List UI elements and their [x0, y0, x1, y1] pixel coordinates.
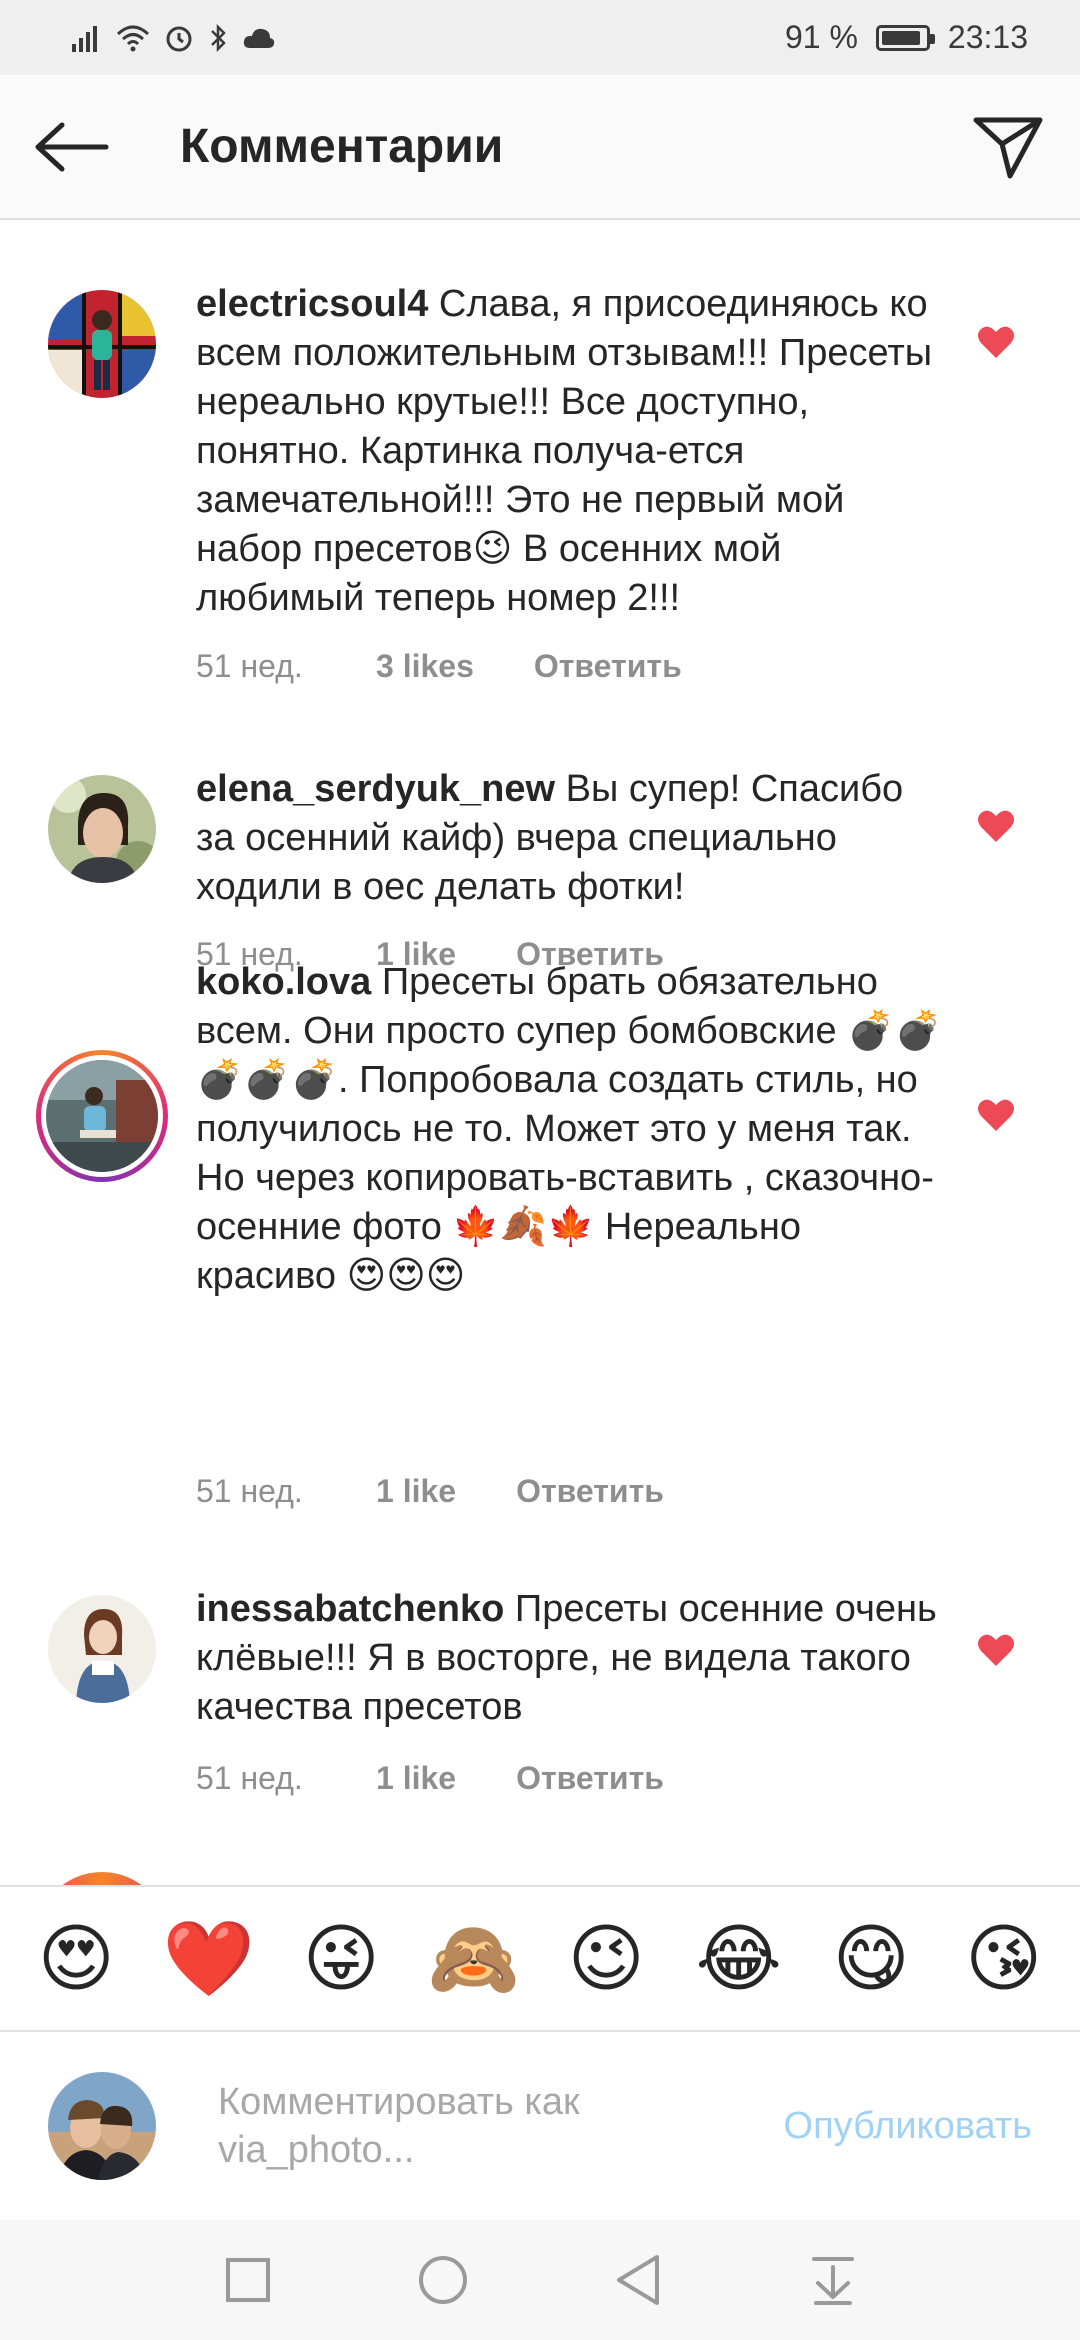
- status-bar: 91 % 23:13: [0, 0, 1080, 75]
- comment-text: koko.lova Пресеты брать обязательно всем…: [196, 958, 946, 1301]
- comment-likes[interactable]: 1 like: [376, 1760, 456, 1797]
- avatar-image: [48, 2072, 156, 2180]
- comment-text: electricsoul4 Слава, я присоединяюсь ко …: [196, 280, 946, 623]
- home-button[interactable]: [408, 2245, 478, 2315]
- emoji-wink-button[interactable]: 😉: [556, 1909, 656, 2009]
- battery-percent: 91 %: [784, 19, 858, 55]
- cloud-icon: [243, 28, 275, 48]
- bluetooth-icon: [211, 23, 226, 52]
- status-right: 91 % 23:13: [785, 19, 1028, 56]
- comment-time: 51 нед.: [196, 648, 303, 684]
- comments-screen: 91 % 23:13 Комментарии electricsoul4 Сла…: [0, 0, 1080, 2340]
- emoji-tears-of-joy-button[interactable]: 😂: [689, 1909, 789, 2009]
- status-icons: [72, 23, 276, 53]
- comment-input[interactable]: Комментировать как via_photo...: [218, 2078, 698, 2174]
- story-avatar[interactable]: [36, 1050, 168, 1182]
- story-avatar[interactable]: [36, 1872, 168, 1885]
- avatar-image: [48, 290, 156, 398]
- heart-icon[interactable]: [976, 806, 1016, 846]
- comment-text: inessabatchenko Пресеты осенние очень кл…: [196, 1585, 946, 1732]
- avatar[interactable]: [48, 775, 156, 883]
- alarm-icon: [166, 26, 192, 51]
- reply-button[interactable]: Ответить: [516, 1760, 664, 1797]
- avatar-image: [48, 1595, 156, 1703]
- emoji-see-no-evil-button[interactable]: 🙈: [424, 1909, 524, 2009]
- emoji-winking-tongue-button[interactable]: 😜: [291, 1909, 391, 2009]
- publish-button[interactable]: Опубликовать: [784, 2105, 1032, 2148]
- battery-icon: [875, 24, 935, 51]
- emoji-quick-bar: 😍 ❤️ 😜 🙈 😉 😂 😋 😘: [0, 1885, 1080, 2030]
- comment-likes[interactable]: 3 likes: [376, 648, 474, 685]
- back-button[interactable]: [30, 105, 114, 189]
- comment-username[interactable]: electricsoul4: [196, 283, 428, 325]
- avatar[interactable]: [48, 290, 156, 398]
- emoji-kiss-button[interactable]: 😘: [954, 1909, 1054, 2009]
- comment-time: 51 нед.: [196, 1473, 303, 1509]
- comment-emoji: 😉: [472, 528, 513, 570]
- recents-button[interactable]: [213, 2245, 283, 2315]
- pull-down-icon: [811, 2257, 854, 2305]
- comment-meta: 51 нед. 3 likes Ответить: [196, 648, 682, 685]
- wifi-icon: [116, 25, 150, 51]
- comment-composer: Комментировать как via_photo... Опублико…: [0, 2030, 1080, 2220]
- comment-emoji: 😍😍😍: [346, 1255, 466, 1297]
- avatar-image: [48, 775, 156, 883]
- comments-list[interactable]: electricsoul4 Слава, я присоединяюсь ко …: [0, 222, 1080, 1885]
- comment-meta: 51 нед. 1 like Ответить: [196, 1760, 664, 1797]
- notifications-pulldown-button[interactable]: [798, 2245, 868, 2315]
- system-nav-bar: [0, 2220, 1080, 2340]
- arrow-left-icon: [35, 122, 109, 171]
- triangle-back-icon: [616, 2255, 659, 2305]
- avatar[interactable]: [48, 1595, 156, 1703]
- share-button[interactable]: [966, 105, 1050, 189]
- battery-fill: [881, 30, 921, 45]
- comment-likes[interactable]: 1 like: [376, 1473, 456, 1510]
- clock: 23:13: [947, 19, 1028, 55]
- comment-time: 51 нед.: [196, 1760, 303, 1796]
- emoji-yum-button[interactable]: 😋: [821, 1909, 921, 2009]
- comment-emoji: 🍁🍂🍁: [452, 1206, 595, 1248]
- emoji-heart-eyes-button[interactable]: 😍: [26, 1909, 126, 2009]
- heart-icon[interactable]: [976, 1630, 1016, 1670]
- back-nav-button[interactable]: [603, 2245, 673, 2315]
- comment-username[interactable]: inessabatchenko: [196, 1588, 504, 1630]
- square-icon: [225, 2258, 270, 2302]
- paper-plane-icon: [973, 117, 1043, 178]
- circle-icon: [418, 2256, 467, 2304]
- comment-username[interactable]: elena_serdyuk_new: [196, 768, 555, 810]
- comment-body: Слава, я присоединяюсь ко всем положител…: [196, 283, 933, 570]
- comment-username[interactable]: koko.lova: [196, 961, 371, 1003]
- avatar-image: [46, 1060, 158, 1172]
- page-title: Комментарии: [180, 120, 504, 173]
- reply-button[interactable]: Ответить: [516, 1473, 664, 1510]
- heart-icon[interactable]: [976, 1095, 1016, 1135]
- emoji-red-heart-button[interactable]: ❤️: [159, 1909, 259, 2009]
- heart-icon[interactable]: [976, 322, 1016, 362]
- comment-text: elena_serdyuk_new Вы супер! Спасибо за о…: [196, 765, 946, 912]
- comment-meta: 51 нед. 1 like Ответить: [196, 1473, 664, 1510]
- own-avatar: [48, 2072, 156, 2180]
- top-bar: Комментарии: [0, 75, 1080, 220]
- signal-icon: [72, 25, 97, 52]
- reply-button[interactable]: Ответить: [534, 648, 682, 685]
